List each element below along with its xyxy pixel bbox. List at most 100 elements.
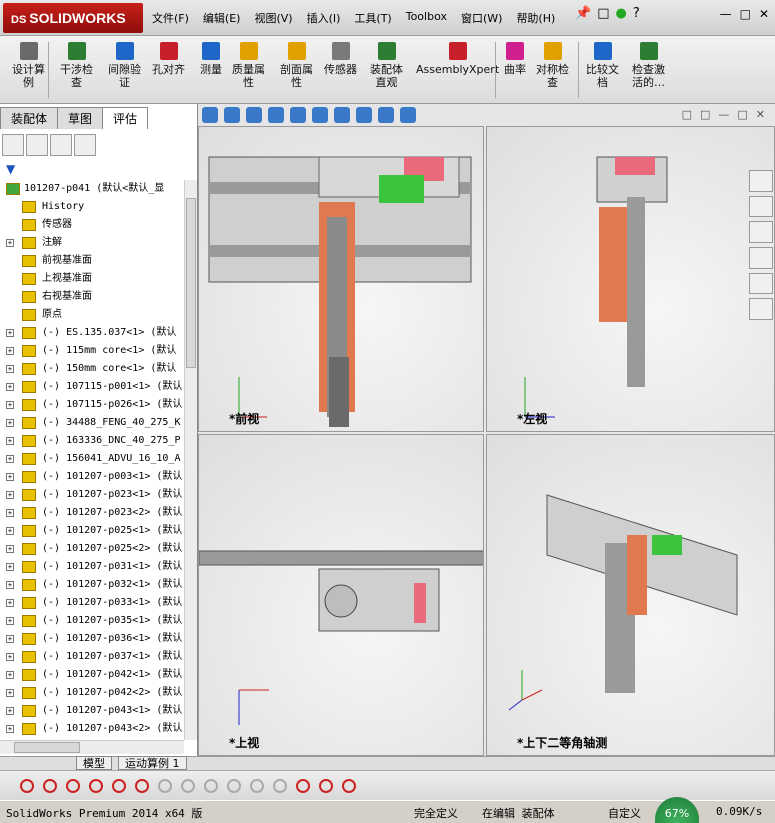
design-library-icon[interactable] — [749, 247, 773, 269]
tree-item[interactable]: + 注解 — [0, 234, 184, 252]
appearance-icon[interactable] — [356, 107, 372, 123]
solidworks-logo[interactable]: DS SOLIDWORKS — [3, 3, 143, 33]
menu-help[interactable]: 帮助(H) — [516, 10, 555, 26]
corner-rectangle-icon[interactable] — [227, 778, 241, 793]
tree-item[interactable]: + (-) 101207-p036<1> (默认 — [0, 630, 184, 648]
tree-item[interactable]: 原点 — [0, 306, 184, 324]
expand-icon[interactable]: + — [6, 239, 14, 247]
offset-icon[interactable] — [204, 778, 218, 793]
tree-item[interactable]: + (-) 101207-p003<1> (默认 — [0, 468, 184, 486]
view-orientation-icon[interactable] — [290, 107, 306, 123]
cmd-interference-button[interactable]: 干涉检 查 — [60, 42, 93, 89]
viewport-front[interactable]: *前视 — [198, 126, 484, 432]
previous-view-icon[interactable] — [246, 107, 262, 123]
linear-pattern-icon[interactable] — [250, 778, 264, 793]
tree-vertical-scrollbar[interactable] — [184, 180, 197, 740]
cmd-measure-button[interactable]: 测量 — [200, 42, 222, 76]
tree-item[interactable]: + (-) 101207-p025<2> (默认 — [0, 540, 184, 558]
convert-entities-icon[interactable] — [273, 778, 287, 793]
expand-icon[interactable]: + — [6, 581, 14, 589]
close-button[interactable]: ✕ — [756, 108, 765, 121]
tab-evaluate[interactable]: 评估 — [102, 107, 149, 129]
viewport-isometric[interactable]: *上下二等角轴测 — [486, 434, 775, 756]
tab-sketch[interactable]: 草图 — [57, 107, 104, 129]
chamfer-icon[interactable] — [181, 778, 195, 793]
close-button[interactable]: ✕ — [759, 7, 769, 21]
minimize-button[interactable]: — — [720, 7, 732, 21]
display-manager-icon[interactable] — [74, 134, 96, 156]
trim-icon[interactable] — [112, 778, 126, 793]
menu-edit[interactable]: 编辑(E) — [203, 10, 241, 26]
tree-item[interactable]: 上视基准面 — [0, 270, 184, 288]
zoom-area-icon[interactable] — [224, 107, 240, 123]
tab-assembly[interactable]: 装配体 — [0, 107, 59, 129]
tree-item[interactable]: + (-) 115mm core<1> (默认 — [0, 342, 184, 360]
view-settings-icon[interactable] — [400, 107, 416, 123]
traffic-light-icon[interactable]: ● — [615, 6, 626, 21]
tree-item[interactable]: + (-) 156041_ADVU_16_10_A — [0, 450, 184, 468]
cmd-design-study-button[interactable]: 设计算 例 — [12, 42, 45, 89]
custom-properties-icon[interactable] — [749, 298, 773, 321]
expand-icon[interactable]: + — [6, 707, 14, 715]
scene-icon[interactable] — [378, 107, 394, 123]
expand-icon[interactable]: + — [6, 599, 14, 607]
scroll-thumb[interactable] — [186, 198, 196, 368]
cmd-section-props-button[interactable]: 剖面属 性 — [280, 42, 313, 89]
cmd-mass-props-button[interactable]: 质量属 性 — [232, 42, 265, 89]
menu-tools[interactable]: 工具(T) — [354, 10, 391, 26]
expand-icon[interactable]: + — [6, 383, 14, 391]
expand-icon[interactable]: + — [6, 347, 14, 355]
expand-icon[interactable]: + — [6, 617, 14, 625]
smart-dimension-icon[interactable] — [296, 778, 310, 793]
pin-icon[interactable]: 📌 — [575, 6, 591, 21]
hide-show-icon[interactable] — [334, 107, 350, 123]
expand-icon[interactable]: + — [6, 491, 14, 499]
tree-root[interactable]: 101207-p041 (默认<默认_显 — [0, 180, 184, 198]
tab-model[interactable]: 模型 — [76, 756, 112, 770]
zoom-to-fit-icon[interactable] — [202, 107, 218, 123]
point-icon[interactable] — [20, 778, 34, 793]
expand-icon[interactable]: + — [6, 671, 14, 679]
tree-item[interactable]: + (-) 101207-p032<1> (默认 — [0, 576, 184, 594]
tree-item[interactable]: 右视基准面 — [0, 288, 184, 306]
menu-window[interactable]: 窗口(W) — [461, 10, 502, 26]
tree-item[interactable]: + (-) 101207-p025<1> (默认 — [0, 522, 184, 540]
tree-item[interactable]: + (-) 101207-p033<1> (默认 — [0, 594, 184, 612]
configuration-manager-icon[interactable] — [50, 134, 72, 156]
status-units[interactable]: 自定义 — [608, 805, 641, 821]
scroll-thumb[interactable] — [14, 742, 80, 753]
tree-item[interactable]: + (-) 101207-p042<2> (默认 — [0, 684, 184, 702]
tree-item[interactable]: History — [0, 198, 184, 216]
restore-button[interactable]: □ — [737, 108, 747, 121]
tile-icon[interactable]: □ — [682, 108, 692, 121]
cmd-assemblyxpert-button[interactable]: AssemblyXpert — [416, 42, 499, 76]
expand-icon[interactable]: + — [6, 419, 14, 427]
feature-tree-icon[interactable] — [2, 134, 24, 156]
cmd-hole-align-button[interactable]: 孔对齐 — [152, 42, 185, 76]
tree-item[interactable]: + (-) 101207-p031<1> (默认 — [0, 558, 184, 576]
tree-item[interactable]: + (-) ES.135.037<1> (默认 — [0, 324, 184, 342]
tree-item[interactable]: + (-) 34488_FENG_40_275_K — [0, 414, 184, 432]
tree-item[interactable]: + (-) 150mm core<1> (默认 — [0, 360, 184, 378]
tree-item[interactable]: + (-) 101207-p042<1> (默认 — [0, 666, 184, 684]
cmd-sensor-button[interactable]: 传感器 — [324, 42, 357, 76]
menu-toolbox[interactable]: Toolbox — [406, 10, 447, 26]
expand-icon[interactable]: + — [6, 455, 14, 463]
tree-item[interactable]: + (-) 101207-p043<1> (默认 — [0, 702, 184, 720]
cmd-check-active-button[interactable]: 检查激 活的… — [632, 42, 665, 89]
property-manager-icon[interactable] — [26, 134, 48, 156]
cmd-clearance-button[interactable]: 间隙验 证 — [108, 42, 141, 89]
expand-icon[interactable]: + — [6, 509, 14, 517]
3d-sketch-icon[interactable] — [319, 778, 333, 793]
move-entities-icon[interactable] — [342, 778, 356, 793]
section-view-icon[interactable] — [268, 107, 284, 123]
tab-motion-study[interactable]: 运动算例 1 — [118, 756, 187, 770]
tree-item[interactable]: + (-) 101207-p023<1> (默认 — [0, 486, 184, 504]
split-icon[interactable]: □ — [700, 108, 710, 121]
tree-item[interactable]: + (-) 163336_DNC_40_275_P — [0, 432, 184, 450]
viewport-top[interactable]: *上视 — [198, 434, 484, 756]
tree-item[interactable]: + (-) 101207-p035<1> (默认 — [0, 612, 184, 630]
extend-icon[interactable] — [135, 778, 149, 793]
resources-icon[interactable] — [749, 195, 773, 218]
tree-item[interactable]: + (-) 101207-p023<2> (默认 — [0, 504, 184, 522]
